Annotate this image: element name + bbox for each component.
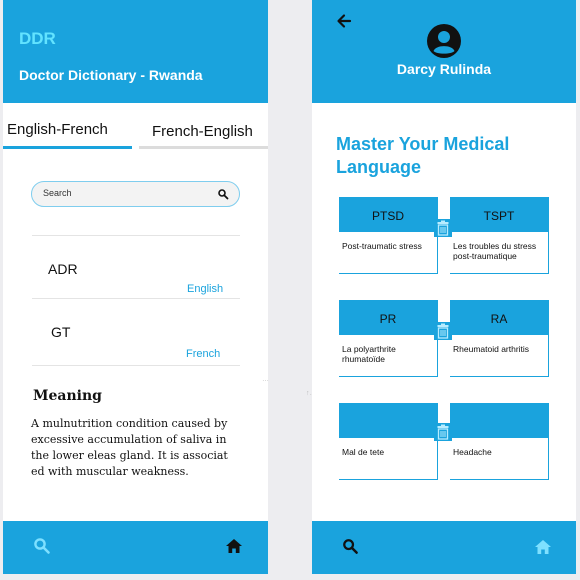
card-definition: Headache (453, 447, 492, 457)
search-icon[interactable] (33, 537, 51, 555)
bottom-nav (312, 521, 576, 574)
card-header: PR (339, 300, 437, 335)
user-avatar-icon[interactable] (426, 23, 462, 59)
search-input[interactable]: Search (31, 181, 240, 207)
page-title: Master Your Medical Language (336, 133, 556, 179)
meaning-line: ed with muscular weakness. (31, 465, 189, 478)
result-term[interactable]: GT (51, 324, 70, 340)
home-icon[interactable] (225, 538, 243, 554)
user-name: Darcy Rulinda (396, 61, 492, 77)
card-definition: Mal de tete (342, 447, 385, 457)
card-abbreviation: TSPT (483, 209, 515, 223)
card-definition: Rheumatoid arthritis (453, 344, 530, 354)
search-placeholder: Search (43, 188, 72, 198)
meaning-line: excessive accumulation of saliva in (31, 433, 227, 446)
result-language: English (187, 283, 224, 295)
result-language: French (186, 348, 221, 360)
app-full-name: Doctor Dictionary - Rwanda (19, 67, 203, 83)
app-short-name: DDR (19, 29, 56, 48)
card-abbreviation: PTSD (371, 209, 404, 223)
profile-screen: Darcy Rulinda Master Your Medical Langua… (312, 0, 576, 574)
term-card[interactable]: Headache (450, 403, 549, 480)
dictionary-screen: DDR Doctor Dictionary - Rwanda English-F… (3, 0, 268, 574)
card-header: PTSD (339, 197, 437, 232)
list-divider (32, 235, 240, 236)
tab-divider (139, 146, 268, 149)
card-header (339, 403, 437, 438)
term-card[interactable]: Mal de tete (339, 403, 438, 480)
bottom-nav (3, 521, 268, 574)
search-icon[interactable] (342, 538, 359, 555)
card-abbreviation: PR (379, 312, 397, 326)
term-card[interactable]: TSPT Les troubles du stress post-traumat… (450, 197, 549, 274)
list-divider (32, 365, 240, 366)
arrow-left-icon[interactable] (336, 12, 352, 30)
meaning-line: the lower eleas gland. It is associat (31, 449, 228, 462)
card-abbreviation: RA (490, 312, 508, 326)
page-title-line: Master Your Medical (336, 134, 510, 154)
trash-icon[interactable] (434, 219, 452, 237)
card-definition: Post-traumatic stress (342, 241, 422, 251)
term-card[interactable]: PTSD Post-traumatic stress (339, 197, 438, 274)
trash-icon[interactable] (434, 423, 452, 441)
page-title-line: Language (336, 157, 422, 177)
list-divider (32, 298, 240, 299)
term-card[interactable]: RA Rheumatoid arthritis (450, 300, 549, 377)
card-header: RA (450, 300, 548, 335)
meaning-line: A mulnutrition condition caused by (31, 417, 228, 430)
card-definition: La polyarthrite rhumatoïde (342, 344, 396, 364)
result-term[interactable]: ADR (48, 261, 78, 277)
profile-header: Darcy Rulinda (312, 0, 576, 103)
search-icon[interactable] (217, 188, 229, 200)
card-definition: Les troubles du stress post-traumatique (453, 241, 537, 261)
separator-mark: … (262, 376, 269, 383)
active-tab-indicator (3, 146, 132, 149)
card-header (450, 403, 548, 438)
tab-english-french[interactable]: English-French (7, 121, 108, 138)
card-header: TSPT (450, 197, 548, 232)
app-header: DDR Doctor Dictionary - Rwanda (3, 0, 268, 103)
trash-icon[interactable] (434, 322, 452, 340)
term-card[interactable]: PR La polyarthrite rhumatoïde (339, 300, 438, 377)
home-icon[interactable] (534, 539, 552, 555)
meaning-text: A mulnutrition condition caused by exces… (31, 416, 253, 480)
meaning-heading: Meaning (33, 388, 102, 404)
tab-french-english[interactable]: French-English (152, 123, 253, 140)
